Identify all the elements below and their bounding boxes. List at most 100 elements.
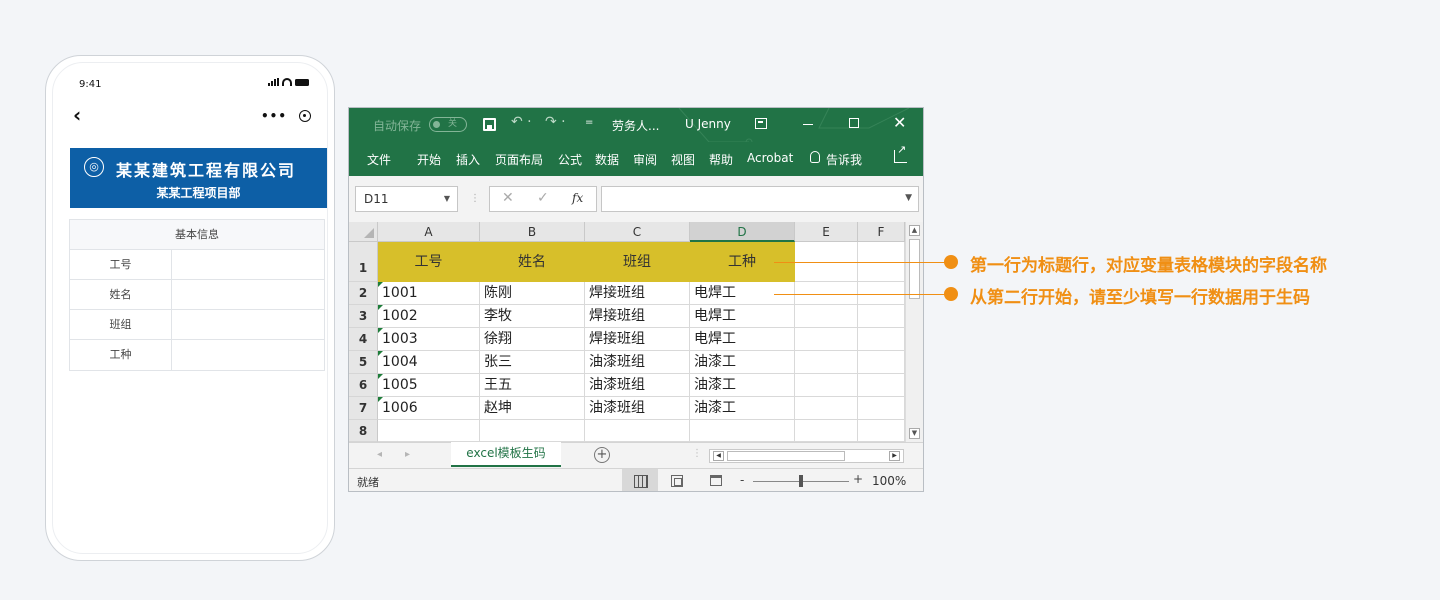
row-header-3[interactable]: 3 (349, 305, 378, 328)
empty-cell[interactable] (858, 305, 905, 328)
empty-cell[interactable] (795, 305, 858, 328)
data-cell[interactable]: 焊接班组 (585, 328, 690, 351)
column-header-e[interactable]: E (795, 222, 858, 242)
undo-icon[interactable]: ↶ · (511, 114, 532, 130)
empty-cell[interactable] (795, 351, 858, 374)
info-value-field[interactable] (172, 310, 324, 339)
select-all-corner[interactable] (349, 222, 378, 242)
empty-cell[interactable] (858, 420, 905, 442)
zoom-in-button[interactable]: + (853, 472, 863, 486)
scroll-split-grip[interactable]: ⋮ (692, 448, 702, 459)
tab-data[interactable]: 数据 (595, 151, 619, 168)
data-cell[interactable]: 1006 (378, 397, 480, 420)
more-menu-button[interactable]: ••• (261, 109, 287, 123)
scroll-left-arrow[interactable]: ◀ (713, 451, 724, 461)
maximize-button[interactable] (849, 118, 859, 128)
row-header-5[interactable]: 5 (349, 351, 378, 374)
page-break-view-icon[interactable] (710, 475, 722, 486)
empty-cell[interactable] (858, 351, 905, 374)
redo-icon[interactable]: ↷ · (545, 114, 566, 130)
page-layout-view-icon[interactable] (671, 475, 683, 487)
vertical-scrollbar[interactable]: ▲ ▼ (905, 222, 923, 442)
tell-me-search[interactable]: 告诉我 (826, 151, 862, 168)
row-header-8[interactable]: 8 (349, 420, 378, 442)
column-header-d[interactable]: D (690, 222, 795, 242)
scroll-thumb[interactable] (909, 239, 920, 299)
data-cell[interactable]: 焊接班组 (585, 282, 690, 305)
chevron-down-icon[interactable]: ▼ (444, 187, 450, 211)
empty-cell[interactable] (858, 328, 905, 351)
empty-cell[interactable] (795, 397, 858, 420)
tab-view[interactable]: 视图 (671, 151, 695, 168)
cancel-icon[interactable]: ✕ (502, 190, 514, 206)
share-icon[interactable] (894, 143, 907, 163)
row-header-7[interactable]: 7 (349, 397, 378, 420)
enter-icon[interactable]: ✓ (537, 190, 549, 206)
info-value-field[interactable] (172, 250, 324, 279)
header-cell[interactable]: 班组 (585, 242, 690, 282)
empty-cell[interactable] (858, 374, 905, 397)
tab-help[interactable]: 帮助 (709, 151, 733, 168)
horizontal-scrollbar[interactable]: ◀ ▶ (709, 449, 904, 463)
expand-formula-bar-icon[interactable]: ▼ (905, 193, 912, 203)
save-icon[interactable] (483, 118, 496, 131)
empty-cell[interactable] (795, 420, 858, 442)
insert-function-icon[interactable]: fx (572, 191, 583, 205)
formula-input[interactable]: ▼ (601, 186, 919, 212)
customize-toolbar-button[interactable]: = (585, 117, 593, 128)
data-cell[interactable]: 赵坤 (480, 397, 585, 420)
info-value-field[interactable] (172, 340, 324, 370)
zoom-out-button[interactable]: - (740, 473, 744, 487)
column-header-b[interactable]: B (480, 222, 585, 242)
add-sheet-button[interactable]: + (594, 447, 610, 463)
empty-cell[interactable] (795, 374, 858, 397)
header-cell[interactable]: 工号 (378, 242, 480, 282)
data-cell[interactable]: 油漆班组 (585, 397, 690, 420)
empty-cell[interactable] (585, 420, 690, 442)
column-header-c[interactable]: C (585, 222, 690, 242)
data-cell[interactable]: 电焊工 (690, 328, 795, 351)
scroll-right-arrow[interactable]: ▶ (889, 451, 900, 461)
back-button[interactable]: ‹ (73, 103, 81, 127)
column-header-a[interactable]: A (378, 222, 480, 242)
data-cell[interactable]: 焊接班组 (585, 305, 690, 328)
close-miniapp-icon[interactable] (298, 110, 311, 122)
tab-home[interactable]: 开始 (417, 151, 441, 168)
data-cell[interactable]: 油漆工 (690, 351, 795, 374)
minimize-button[interactable] (803, 124, 813, 125)
data-cell[interactable]: 油漆班组 (585, 374, 690, 397)
data-cell[interactable]: 电焊工 (690, 305, 795, 328)
name-box[interactable]: D11 ▼ (355, 186, 458, 212)
data-cell[interactable]: 1004 (378, 351, 480, 374)
tab-acrobat[interactable]: Acrobat (747, 151, 793, 165)
row-header-2[interactable]: 2 (349, 282, 378, 305)
data-cell[interactable]: 陈刚 (480, 282, 585, 305)
sheet-tab-active[interactable]: excel模板生码 (451, 442, 561, 467)
data-cell[interactable]: 张三 (480, 351, 585, 374)
zoom-level[interactable]: 100% (872, 474, 906, 488)
header-cell[interactable]: 姓名 (480, 242, 585, 282)
tab-file[interactable]: 文件 (367, 151, 391, 168)
data-cell[interactable]: 王五 (480, 374, 585, 397)
formula-bar-grip[interactable]: ⋮ (470, 193, 480, 204)
empty-cell[interactable] (690, 420, 795, 442)
empty-cell[interactable] (480, 420, 585, 442)
row-header-4[interactable]: 4 (349, 328, 378, 351)
column-header-f[interactable]: F (858, 222, 905, 242)
data-cell[interactable]: 1002 (378, 305, 480, 328)
user-account[interactable]: U Jenny (685, 117, 731, 131)
tab-formulas[interactable]: 公式 (558, 151, 582, 168)
data-cell[interactable]: 油漆班组 (585, 351, 690, 374)
tab-insert[interactable]: 插入 (456, 151, 480, 168)
data-cell[interactable]: 油漆工 (690, 374, 795, 397)
zoom-slider-thumb[interactable] (799, 475, 803, 487)
close-button[interactable]: ✕ (893, 113, 906, 132)
data-cell[interactable]: 1005 (378, 374, 480, 397)
tab-review[interactable]: 审阅 (633, 151, 657, 168)
empty-cell[interactable] (378, 420, 480, 442)
normal-view-icon[interactable] (622, 469, 658, 491)
h-scroll-thumb[interactable] (727, 451, 845, 461)
sheet-next-arrow[interactable]: ▸ (405, 449, 410, 460)
tab-page-layout[interactable]: 页面布局 (495, 151, 543, 168)
sheet-prev-arrow[interactable]: ◂ (377, 449, 382, 460)
